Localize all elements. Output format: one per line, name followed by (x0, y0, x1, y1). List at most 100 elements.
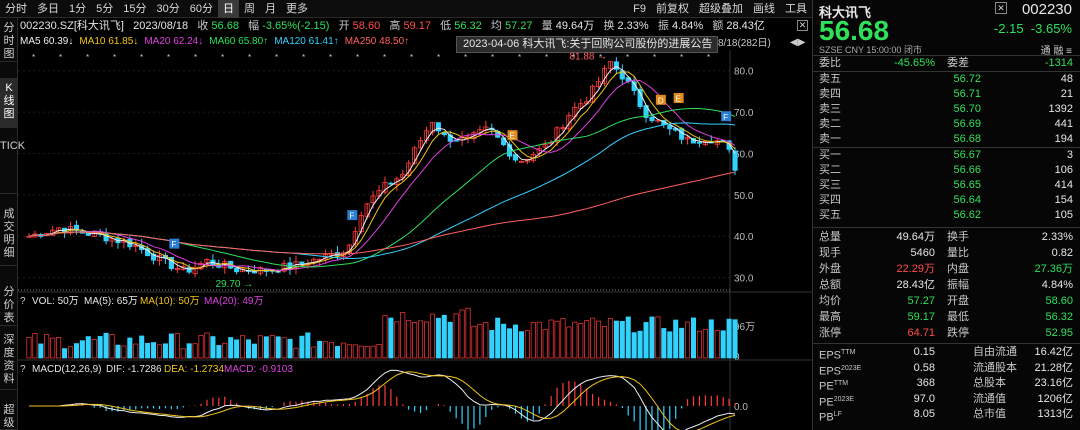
help-icon[interactable]: ? (20, 364, 26, 375)
left-nav-item-6[interactable]: 超级 (0, 400, 18, 430)
volume-bar (518, 331, 524, 359)
period-tab-5[interactable]: 30分 (152, 0, 185, 18)
macd-bar (734, 403, 736, 406)
toolbar-right-button-3[interactable]: 画线 (748, 0, 780, 18)
volume-bar (156, 344, 163, 359)
fin-row: 368 总股本 23.16亿 PETTM (813, 376, 1080, 393)
ask-volume: 441 (1054, 118, 1073, 130)
macd-bar (408, 406, 410, 410)
left-nav-item-1[interactable]: K线图 (0, 78, 18, 128)
volume-bar (257, 335, 263, 359)
stat-label: 均价 (819, 295, 841, 307)
ma-legend-2: MA20 62.24↓ (144, 36, 203, 47)
macd-bar (325, 402, 327, 406)
volume-bar (453, 313, 459, 359)
ma-legend-1: MA10 61.85↓ (79, 36, 138, 47)
stat-label: 跌停 (947, 327, 969, 339)
volume-bar (447, 321, 453, 359)
macd-bar (722, 397, 724, 406)
stat-value: 56.32 (1045, 311, 1073, 323)
collapse-arrows-icon[interactable]: ◀▶ (790, 37, 810, 50)
bid-level-row: 买二 56.66 106 (813, 163, 1080, 178)
open-value: 58.60 (352, 20, 381, 32)
volume-bar (275, 336, 281, 359)
macd-bar (675, 406, 677, 419)
macd-bar (562, 383, 564, 406)
close-value: 56.68 (211, 20, 239, 32)
volume-bar (708, 319, 714, 359)
left-nav-item-0[interactable]: 分时图 (0, 18, 18, 62)
volume-bar (382, 315, 388, 359)
star-mark: * (167, 53, 170, 62)
period-tab-4[interactable]: 15分 (118, 0, 151, 18)
ask-label: 卖四 (819, 88, 841, 100)
volume-bar (590, 317, 596, 359)
ask-price: 56.71 (953, 88, 981, 100)
left-nav-item-5[interactable]: 深度资料 (0, 330, 18, 390)
volume-bar (62, 348, 68, 359)
help-icon[interactable]: ? (20, 296, 26, 307)
fin-row: 97.0 流通值 1206亿 PE2023E (813, 392, 1080, 409)
stat-label: 外盘 (819, 263, 841, 275)
volume-bar (542, 329, 548, 359)
volume-bar (340, 342, 346, 359)
left-nav-item-3[interactable]: 成交明细 (0, 204, 18, 266)
close-icon[interactable]: ✕ (995, 2, 1007, 14)
ask-volume: 21 (1060, 88, 1073, 100)
turnover-label: 换 (603, 20, 615, 32)
left-nav-item-2[interactable]: TICK (0, 136, 25, 194)
stat-row: 均价 57.27 开盘 58.60 (813, 294, 1080, 309)
close-icon[interactable]: ✕ (797, 20, 808, 31)
toolbar-right-button-4[interactable]: 工具 (780, 0, 812, 18)
star-mark: * (356, 53, 359, 62)
macd-bar (372, 388, 374, 406)
volume-bar (388, 317, 394, 359)
period-tab-0[interactable]: 分时 (0, 0, 32, 18)
period-tab-8[interactable]: 周 (239, 0, 260, 18)
period-tab-3[interactable]: 5分 (91, 0, 118, 18)
ask-price: 56.68 (953, 133, 981, 145)
toolbar-right-button-1[interactable]: 前复权 (651, 0, 694, 18)
candle-body (732, 150, 738, 171)
volume-bar (216, 345, 222, 359)
macd-bar (354, 401, 356, 406)
fin-value: 1206亿 (1037, 392, 1073, 405)
toolbar-right-button-2[interactable]: 超级叠加 (694, 0, 748, 18)
candle-body (649, 116, 655, 122)
period-tab-1[interactable]: 多日 (32, 0, 64, 18)
macd-bar (158, 406, 161, 410)
period-tab-9[interactable]: 月 (260, 0, 281, 18)
quote-info-row: 002230.SZ[科大讯飞] 2023/08/18 收 56.68 幅 -3.… (20, 18, 812, 34)
period-tab-2[interactable]: 1分 (64, 0, 91, 18)
bid-price: 56.66 (953, 164, 981, 176)
star-mark: * (518, 53, 521, 62)
fin-metric-suffix: 2023E (833, 395, 854, 403)
kline-chart-area[interactable]: 80.070.060.050.040.030.081.88 →29.70 →FF… (18, 50, 812, 430)
ma-line-4 (28, 122, 736, 260)
period-tab-10[interactable]: 更多 (281, 0, 313, 18)
stat-label: 最高 (819, 311, 841, 323)
star-mark: * (248, 53, 251, 62)
macd-bar (200, 403, 202, 406)
star-mark: * (572, 53, 575, 62)
star-mark: * (599, 53, 602, 62)
macd-bar (657, 406, 659, 430)
stat-value: 59.17 (907, 311, 935, 323)
macd-title: MACD(12,26,9) (32, 364, 101, 375)
volume-bar (536, 321, 542, 359)
toolbar-right-button-0[interactable]: F9 (628, 0, 651, 18)
stat-value: 5460 (910, 247, 935, 259)
volume-bar (601, 325, 608, 359)
period-tab-6[interactable]: 60分 (185, 0, 218, 18)
amount-value: 28.43亿 (726, 20, 765, 32)
volume-bar (50, 337, 56, 359)
period-tab-7[interactable]: 日 (218, 0, 239, 18)
volume-bar (376, 344, 382, 359)
ask-level-row: 卖一 56.68 194 (813, 132, 1080, 147)
vol-ma5: MA(5): 65万 (84, 296, 138, 307)
macd-bar (574, 381, 576, 406)
macd-bar (449, 406, 451, 412)
macd-bar (396, 396, 398, 406)
left-nav-item-4[interactable]: 分价表 (0, 282, 18, 326)
star-mark: * (653, 53, 656, 62)
